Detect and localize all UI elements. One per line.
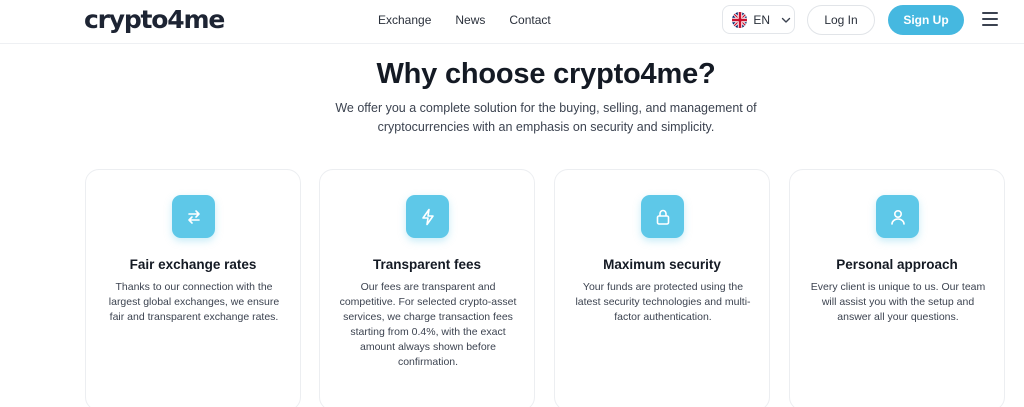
lightning-bolt-icon (406, 195, 449, 238)
feature-description: Every client is unique to us. Our team w… (810, 281, 986, 323)
exchange-arrows-icon (172, 195, 215, 238)
feature-title: Maximum security (603, 257, 721, 272)
logo-text-crypto: crypto (84, 5, 168, 34)
logo-text-4: 4 (167, 5, 184, 34)
login-button[interactable]: Log In (807, 5, 875, 35)
feature-title: Fair exchange rates (129, 257, 257, 272)
feature-description: Thanks to our connection with the larges… (108, 281, 280, 323)
lock-icon (641, 195, 684, 238)
feature-card-exchange-rates: Fair exchange rates Thanks to our connec… (85, 169, 301, 407)
nav-link-news[interactable]: News (455, 13, 485, 27)
feature-card-maximum-security: Maximum security Your funds are protecte… (554, 169, 770, 407)
language-selector[interactable]: EN (722, 5, 795, 34)
crypto4me-logo[interactable]: crypto4me (84, 5, 225, 34)
logo-text-me: me (183, 5, 225, 34)
uk-flag-icon (732, 11, 748, 28)
language-label: EN (753, 12, 770, 27)
feature-card-transparent-fees: Transparent fees Our fees are transparen… (319, 169, 535, 407)
feature-card-personal-approach: Personal approach Every client is unique… (789, 169, 1005, 407)
section-subtitle: We offer you a complete solution for the… (335, 101, 757, 134)
section-title: Why choose crypto4me? (376, 58, 716, 90)
user-icon (876, 195, 919, 238)
feature-title: Personal approach (836, 257, 958, 272)
main-nav: Exchange News Contact (378, 13, 551, 27)
feature-description: Our fees are transparent and competitive… (339, 281, 517, 368)
feature-description: Your funds are protected using the lates… (575, 281, 751, 323)
top-navbar: crypto4me Exchange News Contact EN Log I… (0, 0, 1024, 44)
nav-link-contact[interactable]: Contact (509, 13, 550, 27)
nav-link-exchange[interactable]: Exchange (378, 13, 431, 27)
signup-button[interactable]: Sign Up (888, 5, 964, 35)
feature-title: Transparent fees (372, 257, 482, 272)
hamburger-menu-icon[interactable] (982, 12, 998, 26)
chevron-down-icon (778, 12, 794, 28)
